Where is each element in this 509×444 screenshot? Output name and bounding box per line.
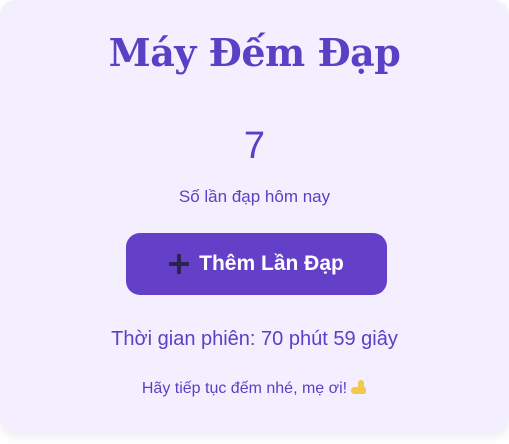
- app-title: Máy Đếm Đạp: [108, 30, 401, 75]
- encouragement-text: Hãy tiếp tục đếm nhé, mẹ ơi!: [141, 380, 348, 397]
- foot-icon: [351, 380, 367, 394]
- add-kick-button[interactable]: Thêm Lần Đạp: [126, 233, 387, 295]
- add-kick-button-label: Thêm Lần Đạp: [199, 252, 344, 275]
- kick-count-value: 7: [243, 125, 266, 167]
- kick-count-label: Số lần đạp hôm nay: [178, 187, 331, 206]
- kick-counter-card: Máy Đếm Đạp 7 Số lần đạp hôm nay Thêm Lầ…: [0, 0, 509, 432]
- plus-icon: [169, 254, 190, 274]
- encouragement-message: Hãy tiếp tục đếm nhé, mẹ ơi!: [0, 378, 509, 400]
- session-duration: Thời gian phiên: 70 phút 59 giây: [111, 328, 398, 350]
